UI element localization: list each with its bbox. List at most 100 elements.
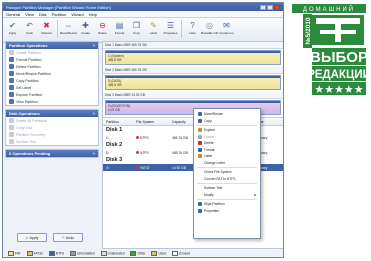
copy-tool-button[interactable]: ❐ Copy xyxy=(129,20,144,36)
filesystem-cell-text: NTFS xyxy=(140,135,149,140)
format-tool-button[interactable]: ▤ Format xyxy=(112,20,127,36)
filesystem-icon xyxy=(136,150,139,154)
context-menu-label: Convert FAT to NTFS xyxy=(204,176,236,181)
legend-item-ntfs: NTFS xyxy=(48,251,64,256)
check-icon: ✔ xyxy=(9,20,16,30)
partition-operations-header[interactable]: Partition Operations ˄ xyxy=(6,42,98,49)
context-menu-item-convert-fat-to-ntfs[interactable]: Convert FAT to NTFS xyxy=(194,176,260,183)
badge-line2: РЕДАКЦИИ xyxy=(307,69,368,81)
delete-icon xyxy=(198,141,202,146)
context-menu-label: Wipe Partition xyxy=(204,202,225,207)
menu-view[interactable]: View xyxy=(25,12,34,17)
menu-help[interactable]: Help xyxy=(89,12,97,17)
menu-wizard[interactable]: Wizard xyxy=(71,12,83,17)
move-resize-icon xyxy=(198,112,202,117)
sidebar-item-delete-partition[interactable]: Delete Partition xyxy=(6,63,98,70)
toolbar-label: Bootable CD xyxy=(201,31,219,35)
label-tool-button[interactable]: ✎ Label xyxy=(146,20,161,36)
move-icon: ⇔ xyxy=(64,20,73,30)
help-tool-button[interactable]: ? Help xyxy=(185,20,200,36)
sidebar-item-set-label[interactable]: Set Label xyxy=(6,84,98,91)
badge-issue: №5/2010 xyxy=(303,14,312,48)
sidebar-item-label: Create Partition xyxy=(16,50,41,55)
create-partition-icon xyxy=(9,50,14,55)
toolbar-label: Move/Resize xyxy=(59,31,78,35)
menu-separator xyxy=(197,199,257,200)
legend-label: Unused xyxy=(178,251,190,256)
menu-general[interactable]: General xyxy=(6,12,20,17)
apply-button[interactable]: ✔ Apply xyxy=(17,233,47,242)
disk-operations-header[interactable]: Disk Operations ˄ xyxy=(6,110,98,117)
close-button[interactable] xyxy=(274,4,280,10)
sidebar-item-format-partition[interactable]: Format Partition xyxy=(6,56,98,63)
legend-swatch xyxy=(48,251,55,256)
toolbar-label: Create xyxy=(80,31,90,35)
partition-operations-panel: Partition Operations ˄ Create Partition Fo… xyxy=(5,41,99,106)
legend-swatch xyxy=(70,251,77,256)
sidebar-item-label: Partition Recovery xyxy=(16,132,46,137)
set-label-icon xyxy=(9,85,14,90)
disk-map-partition-bar[interactable]: C:(System) 465.8 GB xyxy=(105,50,281,65)
filesystem-cell: FAT32 xyxy=(136,165,172,170)
view-partition-icon xyxy=(9,99,14,104)
context-menu-item-modify[interactable]: Modify ► xyxy=(194,192,260,199)
toolbar-label: Contact us xyxy=(219,31,234,35)
create-tool-button[interactable]: ✚ Create xyxy=(78,20,93,36)
capacity-cell-text: 465.76 GB xyxy=(172,150,188,155)
explore-partition-icon xyxy=(9,92,14,97)
contact-us-tool-button[interactable]: ✉ Contact us xyxy=(219,20,234,36)
help-icon: ? xyxy=(190,20,195,30)
toolbar-label: Undo xyxy=(25,31,34,35)
legend-bar: FAT FAT32 NTFS Unformatted Unallocated Other U… xyxy=(5,250,283,257)
context-menu-label: Change Letter xyxy=(204,160,225,165)
sidebar-item-copy-partition[interactable]: Copy Partition xyxy=(6,77,98,84)
sidebar-item-label: Explore Partition xyxy=(16,92,43,97)
sidebar-item-move-resize-partition[interactable]: Move/Resize Partition xyxy=(6,70,98,77)
context-menu-label: Label xyxy=(204,154,213,159)
menu-separator xyxy=(197,183,257,184)
capacity-cell-text: 14.92 GB xyxy=(172,165,186,170)
sidebar-item-label: View Partition xyxy=(16,99,38,104)
discard-tool-button[interactable]: ✖ Discard xyxy=(39,20,54,36)
undo-tool-button[interactable]: ↶ Undo xyxy=(22,20,37,36)
properties-icon: ☰ xyxy=(166,20,175,30)
sidebar-item-label: Format Partition xyxy=(16,57,42,62)
x-icon: ✖ xyxy=(43,20,50,30)
menu-partition[interactable]: Partition xyxy=(52,12,67,17)
column-header-partition[interactable]: Partition xyxy=(103,120,136,124)
context-menu-label: Delete xyxy=(204,141,214,146)
context-menu-item-change-letter[interactable]: Change Letter xyxy=(194,160,260,167)
title-bar: Paragon Partition Manager (Partition Wiz… xyxy=(3,3,283,11)
properties-tool-button[interactable]: ☰ Properties xyxy=(163,20,178,36)
toolbar-label: Discard xyxy=(41,31,52,35)
menu-disk[interactable]: Disk xyxy=(39,12,47,17)
filesystem-cell-text: FAT32 xyxy=(140,165,150,170)
badge-stars: ★★★★★ xyxy=(314,83,363,96)
context-menu-item-properties[interactable]: Properties xyxy=(194,208,260,215)
pending-operations-header[interactable]: 0 Operations Pending ˄ xyxy=(6,150,98,157)
toolbar-label: Format xyxy=(114,31,125,35)
delete-all-partitions-icon xyxy=(9,118,14,123)
disk-map-partition-bar[interactable]: D:(DATA) 465.8 GB xyxy=(105,75,281,90)
move-resize-tool-button[interactable]: ⇔ Move/Resize xyxy=(59,20,78,36)
filesystem-cell: NTFS xyxy=(136,135,172,140)
sidebar-item-view-partition[interactable]: View Partition xyxy=(6,98,98,105)
minimize-button[interactable] xyxy=(260,4,266,10)
context-menu-label: Check File System xyxy=(204,170,232,175)
context-menu-label: Format xyxy=(204,147,215,152)
legend-item-fat32: FAT32 xyxy=(26,251,43,256)
sidebar-item-explore-partition[interactable]: Explore Partition xyxy=(6,91,98,98)
partition-bar-label: C:(System) 465.8 GB xyxy=(108,54,124,62)
apply-tool-button[interactable]: ✔ Apply xyxy=(5,20,20,36)
legend-item-unused: Unused xyxy=(171,251,190,256)
column-header-file-system[interactable]: File System xyxy=(136,120,172,124)
legend-item-unformatted: Unformatted xyxy=(70,251,95,256)
partition-bar-size: 14.9 GB xyxy=(108,108,120,112)
bootable-cd-tool-button[interactable]: ◎ Bootable CD xyxy=(201,20,219,36)
context-menu-item-copy[interactable]: Copy xyxy=(194,118,260,125)
menu-separator xyxy=(197,125,257,126)
delete-tool-button[interactable]: ⊖ Delete xyxy=(95,20,110,36)
legend-swatch xyxy=(26,251,33,256)
undo-button[interactable]: ↶ Undo xyxy=(53,233,83,242)
maximize-button[interactable] xyxy=(267,4,273,10)
